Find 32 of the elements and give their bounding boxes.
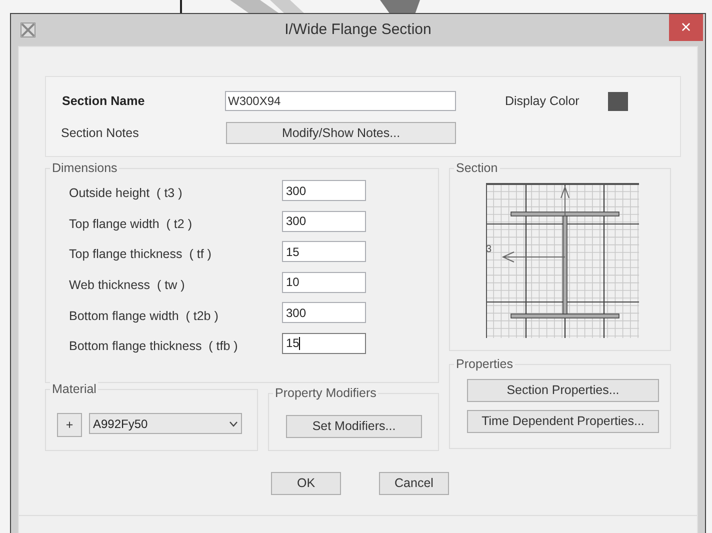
dimension-label: Top flange thickness ( tf ) [68, 246, 212, 264]
dimension-input[interactable]: 300 [282, 180, 366, 201]
group-title: Property Modifiers [273, 385, 378, 401]
app-icon [20, 22, 36, 38]
properties-button[interactable]: Section Properties... [467, 379, 659, 402]
modify-notes-button[interactable]: Modify/Show Notes... [226, 122, 456, 144]
close-button[interactable]: × [669, 14, 703, 41]
field-label: Display Color [505, 92, 580, 110]
dimension-label: Bottom flange width ( t2b ) [68, 308, 220, 325]
dimension-input[interactable]: 15 [282, 241, 366, 262]
chevron-down-icon [229, 420, 238, 426]
dimension-label: Top flange width ( t2 ) [68, 216, 193, 233]
dimension-label: Outside height ( t3 ) [68, 185, 184, 202]
cancel-button[interactable]: Cancel [379, 472, 449, 495]
field-label: Section Name [61, 92, 146, 110]
dimension-input[interactable]: 10 [282, 272, 366, 293]
text-cursor [299, 336, 300, 350]
field-label: Section Notes [60, 124, 140, 142]
material-dropdown[interactable]: A992Fy50 [89, 413, 242, 434]
dimension-input[interactable]: 300 [282, 210, 366, 232]
add-material-button[interactable]: + [57, 413, 82, 437]
dimension-label: Web thickness ( tw ) [68, 276, 186, 294]
color-swatch[interactable] [608, 92, 628, 110]
window-title: I/Wide Flange Section [284, 20, 432, 40]
properties-button[interactable]: Time Dependent Properties... [467, 410, 659, 433]
ok-button[interactable]: OK [271, 472, 341, 495]
dimension-label: Bottom flange thickness ( tfb ) [68, 338, 239, 356]
section-name-input[interactable]: W300X94 [225, 91, 456, 111]
set-modifiers-button[interactable]: Set Modifiers... [286, 414, 422, 438]
group-title: Properties [454, 356, 515, 372]
dimension-input[interactable]: 15 [282, 332, 366, 354]
dimension-input[interactable]: 300 [282, 302, 366, 324]
